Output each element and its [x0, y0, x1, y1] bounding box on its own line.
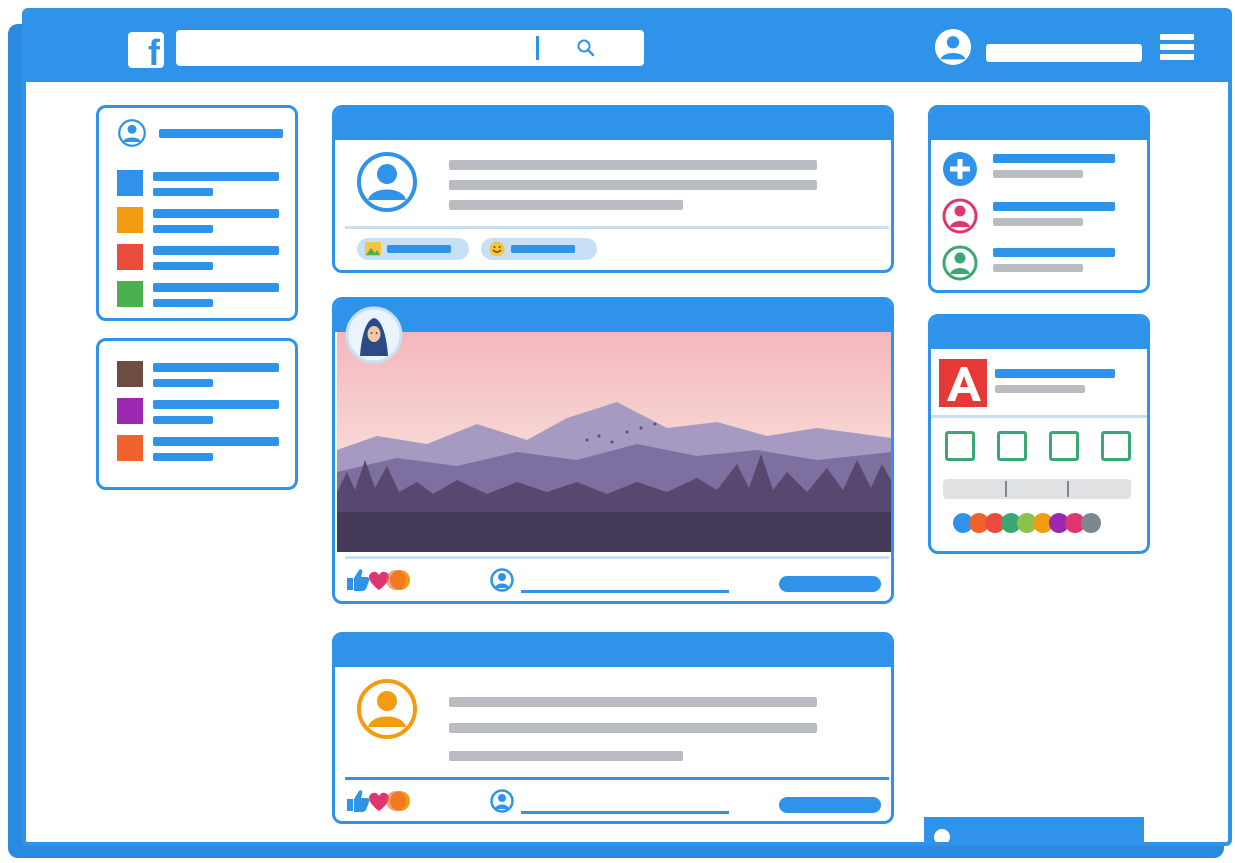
user-avatar-icon: [942, 245, 978, 281]
search-divider: [536, 36, 539, 60]
hamburger-menu-icon[interactable]: [1160, 34, 1194, 64]
reactions-summary[interactable]: [345, 787, 411, 813]
composer-text-line[interactable]: [449, 160, 817, 170]
post-author-avatar-icon[interactable]: [355, 677, 419, 741]
browser-illustration: f: [0, 0, 1235, 863]
post-composer-card: [332, 105, 894, 273]
sidebar-square-icon: [117, 281, 143, 307]
facebook-logo-icon[interactable]: f: [128, 32, 164, 68]
segmented-slider[interactable]: [943, 479, 1131, 499]
color-palette: [953, 513, 1123, 535]
sidebar-square-icon: [117, 398, 143, 424]
plus-circle-icon: [943, 152, 977, 186]
composer-header: [335, 108, 891, 140]
commenter-avatar-icon[interactable]: [489, 789, 515, 813]
widget-header: [931, 317, 1147, 349]
post-divider: [345, 556, 889, 559]
option-box-1[interactable]: [945, 431, 975, 461]
chat-panel-tab[interactable]: [924, 817, 1144, 842]
share-button[interactable]: [779, 797, 881, 813]
online-status-dot: [934, 829, 950, 842]
photo-button[interactable]: [357, 238, 469, 260]
friend-suggestions-card: [928, 105, 1150, 293]
user-avatar-icon[interactable]: [934, 28, 972, 66]
photo-icon: [365, 242, 381, 256]
browser-window: f: [22, 8, 1232, 846]
widget-divider: [931, 415, 1147, 418]
post-text-line: [449, 697, 817, 707]
sidebar-square-icon: [117, 435, 143, 461]
top-navigation-bar: f: [26, 12, 1228, 82]
composer-text-line: [449, 180, 817, 190]
landscape-photo[interactable]: [337, 332, 892, 552]
shortcuts-card: [96, 105, 298, 321]
sidebar-square-icon: [117, 170, 143, 196]
color-swatch[interactable]: [1081, 513, 1101, 533]
user-avatar-icon: [942, 198, 978, 234]
profile-name-placeholder[interactable]: [159, 129, 283, 138]
composer-avatar-icon[interactable]: [355, 150, 419, 214]
post-header: [335, 635, 891, 667]
sidebar-square-icon: [117, 361, 143, 387]
option-box-3[interactable]: [1049, 431, 1079, 461]
feeling-button[interactable]: [481, 238, 597, 260]
search-input[interactable]: [176, 30, 644, 66]
image-post-card: [332, 297, 894, 604]
logo-letter: f: [148, 32, 160, 68]
comment-input-line[interactable]: [521, 590, 729, 593]
search-icon[interactable]: [576, 38, 596, 58]
post-text-line: [449, 723, 817, 733]
smile-emoji-icon: [489, 241, 505, 257]
share-button[interactable]: [779, 576, 881, 592]
post-header: [335, 300, 891, 332]
suggestions-header: [931, 108, 1147, 140]
letter-a-app-icon[interactable]: [939, 359, 987, 407]
reactions-summary[interactable]: [345, 566, 411, 592]
composer-text-line: [449, 200, 683, 210]
sidebar-square-icon: [117, 244, 143, 270]
profile-avatar-icon[interactable]: [117, 118, 147, 148]
post-text-line: [449, 751, 683, 761]
app-widget-card: [928, 314, 1150, 554]
account-name-placeholder[interactable]: [986, 44, 1142, 62]
sidebar-square-icon: [117, 207, 143, 233]
composer-divider: [345, 226, 889, 229]
text-post-card: [332, 632, 894, 824]
option-box-2[interactable]: [997, 431, 1027, 461]
post-divider: [345, 777, 889, 780]
poster-avatar-icon[interactable]: [345, 306, 403, 364]
comment-input-line[interactable]: [521, 811, 729, 814]
option-box-4[interactable]: [1101, 431, 1131, 461]
groups-card: [96, 338, 298, 490]
commenter-avatar-icon[interactable]: [489, 568, 515, 592]
